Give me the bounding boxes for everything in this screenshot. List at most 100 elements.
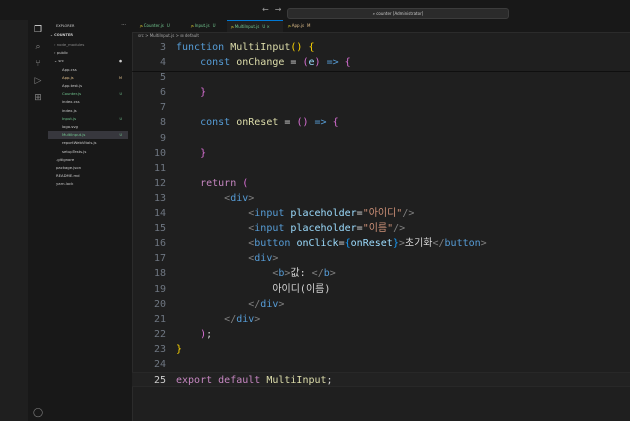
file-tree-item-label: index.css [62,99,80,105]
line-number: 20 [153,298,166,310]
file-tree-item-label: › node_modules [54,42,85,47]
code-line[interactable]: 13 <div> [132,191,630,206]
code-line[interactable]: 12 return ( [132,176,630,191]
navigation-arrows: ←→ [262,5,287,14]
code-text: } [176,343,183,355]
source-control-icon[interactable]: ⑂ [31,57,45,71]
code-line[interactable]: 17 <div> [132,251,630,266]
code-line[interactable]: 23} [132,342,630,357]
line-number: 13 [153,192,166,204]
file-tree-item[interactable]: MultiInput.js U [48,131,128,140]
file-tree-item-label: setupTests.js [62,148,87,154]
code-line[interactable]: 5 [132,70,630,85]
command-center-search[interactable]: ⌕ counter [Administrator] [287,8,509,19]
code-text: return ( [200,177,249,189]
file-tree-item-label: logo.svg [62,124,78,129]
git-status-badge: U [119,133,122,138]
file-tree-item[interactable]: .gitignore [48,156,128,164]
file-tree-item[interactable]: index.js [48,107,128,115]
file-tree-item-label: package.json [56,165,81,170]
code-line[interactable]: 3 function MultiInput() { [132,40,630,55]
file-tree-item-label: App.test.js [62,83,83,88]
line-number: 22 [153,328,166,340]
file-tree-item[interactable]: App.css [48,66,128,74]
breadcrumb[interactable]: src > MultiInput.js > ⊞ default [138,33,199,38]
code-text: <input placeholder="이름"/> [248,223,406,235]
line-number: 21 [153,313,166,325]
file-tree-item[interactable]: › public [48,49,128,57]
file-tree-item[interactable]: README.md [48,172,128,180]
code-text: const onChange = (e) => { [200,57,351,69]
git-status-badge: M [118,75,122,80]
file-tree-item[interactable]: reportWebVitals.js [48,139,128,147]
account-icon[interactable]: ◯ [31,406,45,420]
explorer-icon[interactable]: ❐ [31,23,45,37]
code-line[interactable]: 25 export default MultiInput; [132,372,630,388]
file-tree-item[interactable]: App.js M [48,74,128,82]
explorer-sidebar: EXPLORER ··· ⌄ COUNTER › node_modules › p… [48,20,133,421]
line-number: 16 [153,238,166,250]
line-number: 23 [153,343,166,355]
file-tree-item-label: .gitignore [56,156,75,162]
line-number: 5 [159,72,166,84]
code-line[interactable]: 21 </div> [132,312,630,327]
file-tree-item[interactable]: logo.svg [48,123,128,131]
file-tree-item-label: Input.js [62,115,77,121]
extensions-icon[interactable]: ⊞ [31,91,45,105]
line-number: 12 [153,177,166,189]
file-tree-item-label: yarn.lock [56,181,74,187]
tab-label: Counter.js [143,23,164,28]
back-arrow-icon[interactable]: ← [262,5,275,14]
code-text: ); [200,328,213,340]
file-tree-item[interactable]: ⌄ src ● [48,57,128,65]
code-line[interactable]: 9 [132,131,630,146]
code-line[interactable]: 11 [132,161,630,176]
line-number: 24 [153,358,166,370]
more-actions-icon[interactable]: ··· [121,22,126,28]
forward-arrow-icon[interactable]: → [275,5,288,14]
file-tree-item[interactable]: index.css [48,98,128,106]
file-tree-item[interactable]: App.test.js [48,82,128,90]
code-line[interactable]: 15 <input placeholder="이름"/> [132,221,630,236]
file-tree-item-label: MultiInput.js [62,132,86,138]
workspace-folder[interactable]: ⌄ COUNTER [50,33,73,37]
code-line[interactable]: 10 } [132,146,630,161]
git-status-badge: ● [118,59,122,64]
tab-status-badge: U [212,23,216,28]
code-text: <button onClick={onReset}>초기화</button> [248,238,487,250]
code-line[interactable]: 22 ); [132,327,630,342]
tab-status-badge: U × [262,24,270,29]
file-tree-item[interactable]: package.json [48,164,128,172]
code-text: 아이디(이름) [176,283,331,295]
code-line[interactable]: 18 <b>값: </b> [132,266,630,281]
editor-tab[interactable]: JS App.js M [284,20,314,32]
code-line[interactable]: 7 [132,100,630,115]
run-debug-icon[interactable]: ▷ [31,74,45,88]
line-number: 11 [153,162,166,174]
code-line[interactable]: 4 const onChange = (e) => { [132,55,630,70]
file-tree-item[interactable]: Counter.js U [48,90,128,98]
code-text: } [200,147,207,159]
search-icon[interactable]: ⌕ [31,40,45,54]
file-tree-item[interactable]: yarn.lock [48,180,128,188]
activity-bar: ❐ ⌕ ⑂ ▷ ⊞ ◯ [28,20,49,421]
code-line[interactable]: 14 <input placeholder="아이디"/> [132,206,630,221]
code-line[interactable]: 20 </div> [132,297,630,312]
editor-tab[interactable]: JS MultiInput.js U × [227,20,283,32]
git-status-badge: U [119,92,122,97]
line-number: 7 [159,102,166,114]
title-bar: ←→ ⌕ counter [Administrator] [0,0,630,20]
file-tree-item[interactable]: › node_modules [48,41,128,49]
code-line[interactable]: 6 } [132,85,630,100]
code-line[interactable]: 19 아이디(이름) [132,282,630,297]
file-tree-item[interactable]: Input.js U [48,115,128,123]
file-tree-item[interactable]: setupTests.js [48,148,128,156]
editor-tab[interactable]: JS Counter.js U [136,20,186,32]
file-tree-item-label: reportWebVitals.js [62,140,97,146]
code-line[interactable]: 16 <button onClick={onReset}>초기화</button… [132,236,630,251]
code-line[interactable]: 8 const onReset = () => { [132,115,630,130]
command-center-label: counter [Administrator] [376,11,424,16]
code-editor[interactable]: 3 function MultiInput() {4 const onChange… [132,40,630,388]
code-line[interactable]: 24 [132,357,630,372]
editor-tab[interactable]: JS Input.js U [187,20,227,32]
